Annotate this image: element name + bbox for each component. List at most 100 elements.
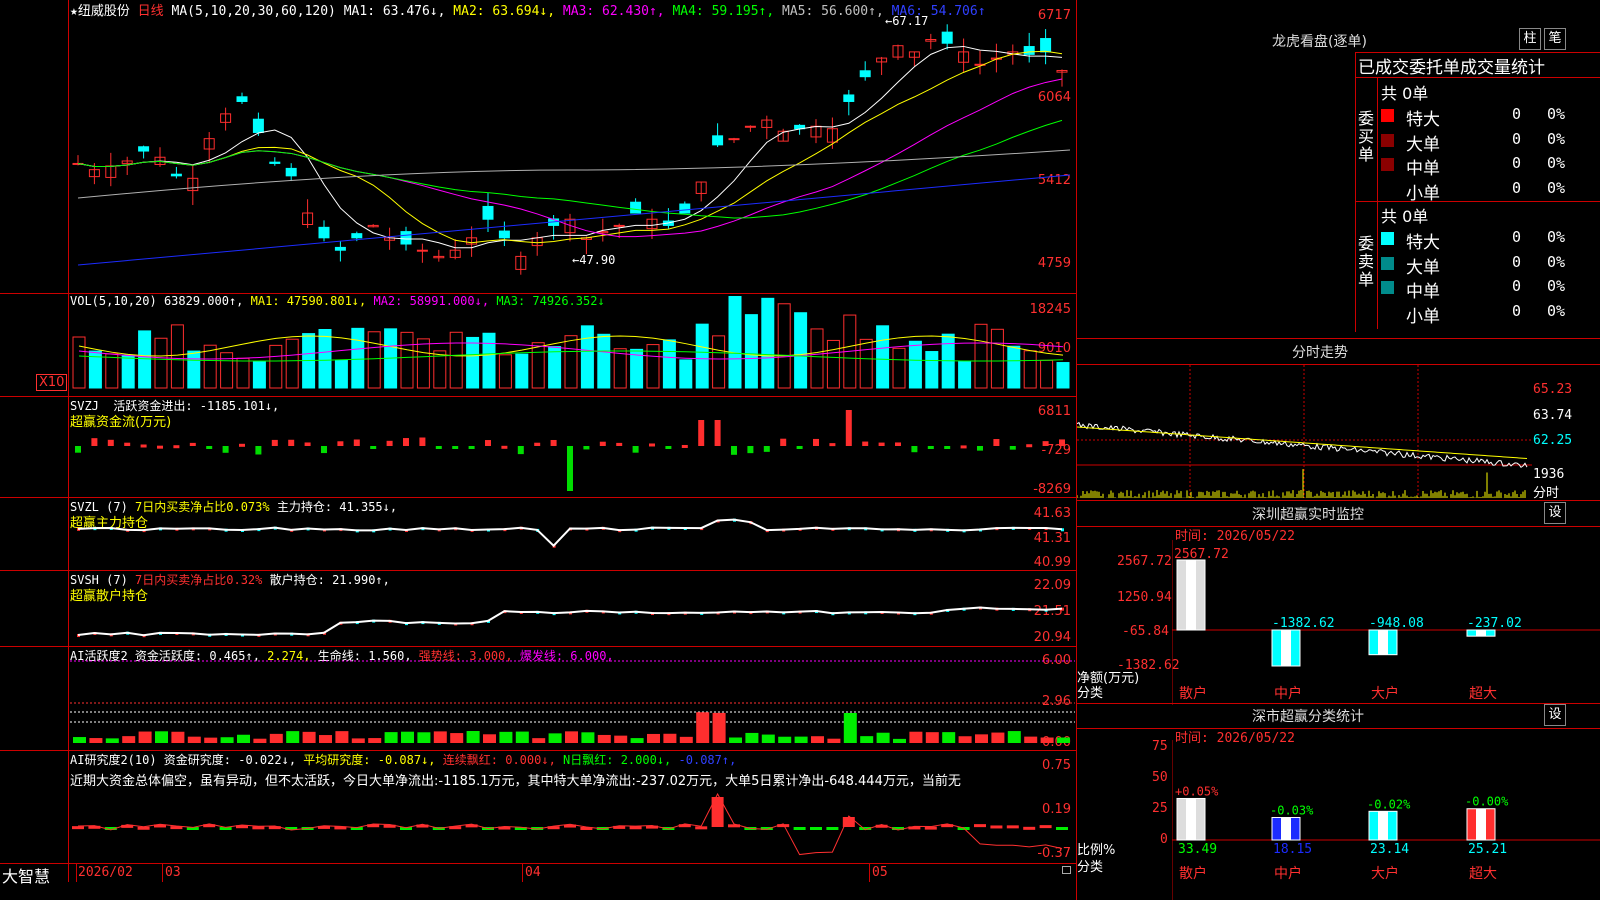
volume-bar xyxy=(712,335,726,389)
activity-bar xyxy=(286,731,300,743)
candle-body xyxy=(1040,38,1052,53)
volume-bar xyxy=(154,337,168,389)
legend-swatch xyxy=(1381,281,1394,294)
fltj-bar-bottom: 33.49 xyxy=(1178,842,1217,857)
activity-bar xyxy=(991,732,1005,743)
legend-swatch xyxy=(1381,256,1394,270)
bar-view-button[interactable]: 柱 xyxy=(1519,28,1541,50)
szjk-settings-button[interactable]: 设 xyxy=(1544,502,1566,524)
flow-bar xyxy=(140,444,147,448)
ai-activity-chart xyxy=(70,660,1075,743)
svzj-chart xyxy=(75,410,1065,491)
flow-bar xyxy=(632,446,639,453)
fenshi-axis-label: 63.74 xyxy=(1533,408,1573,423)
lock-icon[interactable] xyxy=(1062,866,1071,874)
flow-bar xyxy=(567,446,573,491)
flow-bar xyxy=(813,438,819,446)
flow-bar xyxy=(206,446,213,449)
lhb-row-pct: 0% xyxy=(1547,129,1566,148)
activity-bar xyxy=(745,732,759,743)
period-label[interactable]: 日线 xyxy=(138,4,164,19)
flow-bar xyxy=(927,446,934,449)
volume-bar xyxy=(597,333,611,389)
flow-bar xyxy=(763,446,770,452)
fltj-settings-button[interactable]: 设 xyxy=(1544,704,1566,726)
volume-bar xyxy=(1023,350,1037,389)
candle-body xyxy=(170,173,182,177)
lhb-row-value: 0 xyxy=(1512,228,1522,246)
candlestick-chart[interactable] xyxy=(70,20,1075,290)
vol-unit-box[interactable]: X10 xyxy=(36,374,68,391)
flow-bar xyxy=(649,443,655,447)
activity-bar xyxy=(548,733,562,743)
research-bar xyxy=(1056,827,1068,830)
volume-bar xyxy=(974,323,988,389)
activity-bar xyxy=(138,731,152,743)
candle-body xyxy=(482,205,494,220)
flow-bar xyxy=(1042,441,1049,446)
fenshi-axis-label: 1936 xyxy=(1533,467,1565,482)
activity-bar xyxy=(483,734,496,743)
activity-bar xyxy=(647,733,660,743)
candle-body xyxy=(679,203,691,214)
ma4-value: MA4: 59.195↑, xyxy=(672,4,775,19)
szjk-category: 超大 xyxy=(1469,686,1497,702)
activity-bar xyxy=(450,733,464,743)
activity-bar xyxy=(417,732,431,743)
price-header: ★纽威股份 日线 MA(5,10,20,30,60,120) MA1: 63.4… xyxy=(70,0,986,19)
flow-bar xyxy=(91,438,98,446)
volume-bar xyxy=(990,328,1004,389)
volume-bar xyxy=(794,312,808,389)
flow-bar xyxy=(1059,439,1065,446)
lhb-row-pct: 0% xyxy=(1547,228,1566,246)
volume-bar xyxy=(318,328,332,389)
candle-body xyxy=(728,138,740,141)
activity-bar xyxy=(269,733,283,743)
flow-bar xyxy=(189,442,196,446)
fltj-title: 深市超赢分类统计 xyxy=(1252,709,1364,725)
activity-bar xyxy=(909,731,923,743)
sell-orders-label: 委卖单 xyxy=(1358,234,1375,289)
candle-body xyxy=(941,31,953,44)
flow-bar xyxy=(796,446,803,449)
candle-body xyxy=(318,226,330,239)
flow-bar xyxy=(452,446,459,449)
volume-bar xyxy=(744,314,758,389)
szjk-xlabel: 分类 xyxy=(1077,686,1104,701)
lhb-row-pct: 0% xyxy=(1547,277,1566,295)
activity-bar xyxy=(237,734,250,743)
fltj-bar-bottom: 25.21 xyxy=(1468,842,1507,857)
favorite-star-icon[interactable]: ★ xyxy=(70,4,78,19)
volume-bar xyxy=(367,331,381,389)
flow-bar xyxy=(599,441,606,446)
lhb-row: 中单 0 0% xyxy=(1381,154,1600,179)
volume-bar xyxy=(908,340,922,389)
fenshi-axis-label: 65.23 xyxy=(1533,382,1573,397)
flow-bar xyxy=(468,446,475,449)
lhb-row-value: 0 xyxy=(1512,129,1522,148)
volume-bar xyxy=(548,346,562,389)
lhb-row-pct: 0% xyxy=(1547,301,1566,320)
candle-body xyxy=(400,231,412,245)
activity-bar xyxy=(975,734,988,743)
activity-bar xyxy=(860,736,874,743)
candle-body xyxy=(859,70,871,78)
flow-bar xyxy=(239,443,245,447)
lhb-row-name: 中单 xyxy=(1406,282,1440,302)
fltj-axis: 0 xyxy=(1160,832,1168,847)
activity-bar xyxy=(302,731,316,743)
szjk-category: 散户 xyxy=(1179,685,1207,702)
research-line-red xyxy=(77,792,1063,856)
flow-bar xyxy=(403,438,409,446)
flow-bar xyxy=(714,420,721,446)
szjk-bar-value: -237.02 xyxy=(1467,616,1522,631)
activity-bar xyxy=(581,732,595,743)
lhb-row-name: 特大 xyxy=(1406,233,1440,253)
right-panel: 龙虎看盘(逐单) 柱 笔 已成交委托单成交量统计 委买单 委卖单 共 0单 共 … xyxy=(1077,0,1600,900)
research-bar xyxy=(826,827,839,830)
tick-view-button[interactable]: 笔 xyxy=(1544,28,1566,50)
activity-bar xyxy=(1024,736,1038,743)
intraday-chart[interactable] xyxy=(1077,365,1532,498)
flow-bar xyxy=(304,442,311,446)
volume-bar xyxy=(351,327,365,389)
